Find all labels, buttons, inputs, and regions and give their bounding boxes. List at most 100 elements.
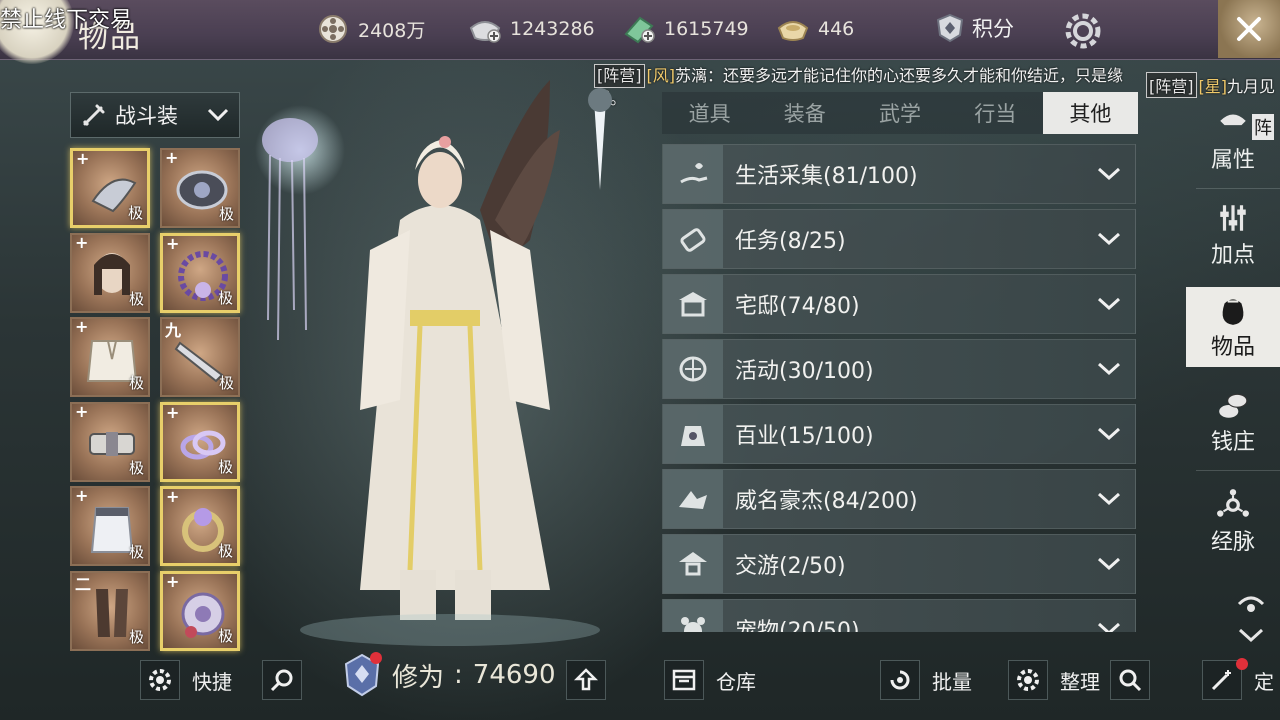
outfit-label: 战斗装 — [115, 104, 178, 128]
equipment-slot[interactable]: + 极 — [160, 232, 240, 313]
nav-item-4[interactable]: 经脉 — [1186, 482, 1280, 562]
trade-bag-icon — [663, 405, 723, 463]
swirl-icon — [880, 660, 920, 700]
shortcut-button[interactable]: 快捷 — [140, 660, 232, 700]
equipment-slot[interactable]: + 极 — [70, 317, 150, 397]
settings-gear-icon[interactable] — [1062, 10, 1104, 52]
slot-refine-mark: + — [166, 402, 180, 422]
confirm-button[interactable]: 定 — [1202, 658, 1274, 700]
category-label: 威名豪杰(84/200) — [735, 489, 918, 514]
chevron-down-icon[interactable] — [1097, 362, 1121, 376]
tab-4[interactable]: 其他 — [1042, 92, 1139, 134]
lantern-icon — [663, 340, 723, 398]
tab-1[interactable]: 装备 — [757, 92, 852, 134]
gear-icon — [1008, 660, 1048, 700]
chevron-down-icon[interactable] — [1097, 622, 1121, 632]
category-row[interactable]: 宠物(20/50) — [662, 599, 1136, 632]
tab-0[interactable]: 道具 — [662, 92, 757, 134]
equipment-slot[interactable]: + 极 — [160, 401, 240, 482]
nav-item-label: 属性 — [1210, 148, 1255, 173]
category-label: 宠物(20/50) — [735, 619, 860, 632]
nav-item-label: 物品 — [1210, 335, 1255, 360]
chevron-down-icon[interactable] — [1097, 427, 1121, 441]
currency-value: 446 — [818, 18, 855, 40]
tab-3[interactable]: 行当 — [948, 92, 1043, 134]
equipment-slot[interactable]: + 极 — [160, 148, 240, 228]
chevron-down-icon[interactable] — [1097, 232, 1121, 246]
sliders-icon — [1220, 205, 1246, 231]
equipment-slot[interactable]: 九极 — [160, 317, 240, 397]
warehouse-label: 仓库 — [716, 669, 756, 694]
equipment-slot[interactable]: + 极 — [70, 148, 150, 228]
sort-button[interactable]: 整理 — [1008, 660, 1100, 700]
chevron-down-icon[interactable] — [1097, 167, 1121, 181]
slot-refine-mark: 九 — [165, 321, 182, 340]
nav-item-label: 经脉 — [1210, 530, 1255, 555]
category-row[interactable]: 活动(30/100) — [662, 339, 1136, 399]
zoom-search-button[interactable] — [262, 660, 302, 700]
silver-ingot-icon — [469, 21, 501, 43]
equipment-slot[interactable]: + 极 — [160, 570, 240, 651]
category-row[interactable]: 百业(15/100) — [662, 404, 1136, 464]
slot-grade: 极 — [128, 374, 144, 392]
nav-item-1[interactable]: 加点 — [1186, 195, 1280, 275]
nav-divider — [1196, 470, 1280, 471]
category-row[interactable]: 生活采集(81/100) — [662, 144, 1136, 204]
currency-silver: 1243286 — [468, 14, 595, 44]
chevron-down-icon[interactable] — [1097, 297, 1121, 311]
character-model — [255, 80, 612, 646]
nav-item-2[interactable]: 物品 — [1186, 287, 1280, 367]
tab-2[interactable]: 武学 — [852, 92, 947, 134]
slot-grade: 极 — [217, 542, 233, 560]
close-button[interactable] — [1218, 0, 1280, 58]
points-button[interactable]: 积分 — [936, 13, 1014, 43]
shield-points-icon — [936, 13, 964, 43]
slot-grade: 极 — [218, 205, 234, 223]
nav-scroll-down-icon[interactable] — [1236, 590, 1266, 646]
equipment-slot[interactable]: + 极 — [70, 401, 150, 482]
chat-channel: [风] — [646, 66, 676, 85]
search-button[interactable] — [1110, 660, 1150, 700]
slot-refine-mark: + — [166, 571, 180, 591]
currency-jade: 1615749 — [622, 14, 749, 44]
notification-dot — [1236, 658, 1248, 670]
hero-fame-icon — [663, 470, 723, 528]
chevron-down-icon[interactable] — [1097, 557, 1121, 571]
overlay-watermark-text: 禁止线下交易 — [0, 8, 133, 33]
category-label: 交游(2/50) — [735, 554, 846, 579]
category-label: 活动(30/100) — [735, 359, 874, 384]
category-label: 生活采集(81/100) — [735, 164, 918, 189]
chevron-down-icon[interactable] — [1097, 492, 1121, 506]
gear-icon — [140, 660, 180, 700]
cultivation-upgrade-button[interactable] — [566, 660, 606, 700]
slot-refine-mark: + — [75, 401, 89, 421]
outfit-selector[interactable]: 战斗装 — [70, 92, 240, 138]
slot-grade: 极 — [128, 627, 144, 646]
category-row[interactable]: 宅邸(74/80) — [662, 274, 1136, 334]
category-row[interactable]: 任务(8/25) — [662, 209, 1136, 269]
category-label: 百业(15/100) — [735, 424, 874, 449]
slot-grade: 极 — [128, 289, 144, 308]
right-nav: 属性 加点 物品 钱庄 经脉 阵 — [1186, 100, 1280, 660]
equipment-slot[interactable]: + 极 — [70, 486, 150, 566]
batch-button[interactable]: 批量 — [880, 660, 972, 700]
nav-item-label: 加点 — [1210, 243, 1255, 268]
equipment-slot[interactable]: + 极 — [70, 232, 150, 313]
category-row[interactable]: 交游(2/50) — [662, 534, 1136, 594]
chat-text: 九月见 — [1227, 77, 1276, 96]
category-list[interactable]: 生活采集(81/100) 任务(8/25) 宅邸(74/80) 活动(30/100) 百… — [662, 144, 1136, 632]
equipment-slot[interactable]: 二极 — [70, 570, 150, 651]
attributes-icon — [1220, 114, 1246, 126]
equipment-slot[interactable]: + 极 — [160, 486, 240, 566]
slot-refine-mark: + — [166, 487, 180, 506]
slot-grade: 极 — [128, 458, 144, 477]
category-row[interactable]: 威名豪杰(84/200) — [662, 469, 1136, 529]
jade-token-icon — [624, 16, 655, 44]
currency-coins: 2408万 — [316, 14, 425, 44]
slot-grade: 极 — [217, 626, 233, 645]
nav-item-3[interactable]: 钱庄 — [1186, 382, 1280, 462]
nav-item-0[interactable]: 属性 — [1186, 100, 1280, 180]
magnifier-icon — [270, 669, 293, 692]
gold-ingot-icon — [777, 21, 809, 41]
warehouse-button[interactable]: 仓库 — [664, 660, 756, 700]
